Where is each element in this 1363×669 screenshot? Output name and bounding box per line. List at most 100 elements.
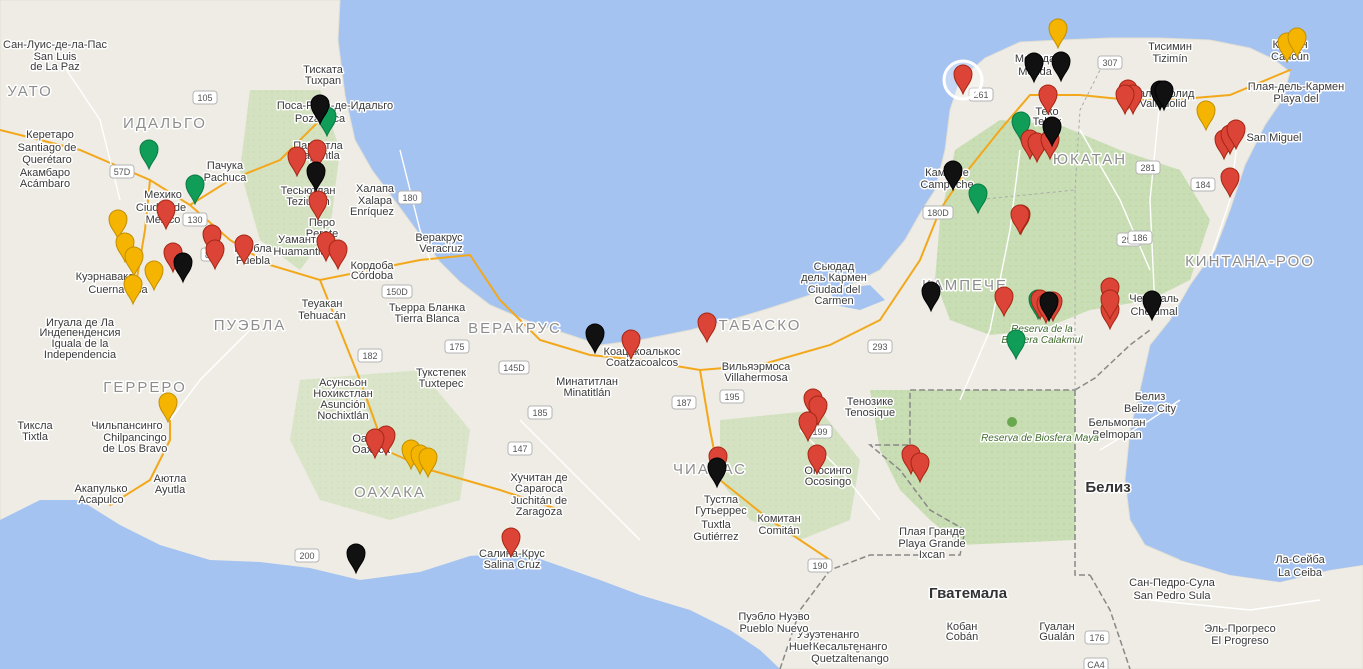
place-label: Белиз	[1135, 391, 1166, 403]
svg-text:130: 130	[187, 215, 202, 225]
place-label: Сарагоса	[515, 483, 564, 495]
place-label: Поса-Рика-де-Идальго	[277, 100, 393, 112]
place-label: Эль-Прогресо	[1204, 623, 1275, 635]
svg-text:180: 180	[402, 193, 417, 203]
place-label: Quetzaltenango	[811, 653, 889, 665]
road-shield: 147	[507, 441, 533, 456]
place-label: Керетаро	[26, 129, 74, 141]
road-shield: CA4	[1083, 657, 1109, 669]
svg-text:175: 175	[449, 342, 464, 352]
place-label: Nochixtlán	[317, 410, 368, 422]
place-label: Pachuca	[204, 172, 248, 184]
state-label: ПУЭБЛА	[214, 317, 286, 334]
place-label: Belmopan	[1092, 429, 1142, 441]
place-label: Tenosique	[845, 407, 895, 419]
place-label: Minatitlán	[563, 387, 610, 399]
park-icon-maya	[1007, 417, 1017, 427]
svg-text:150D: 150D	[386, 287, 408, 297]
place-label: Salina Cruz	[484, 559, 541, 571]
road-shield: 57D	[109, 164, 135, 179]
place-label: Пачука	[207, 160, 244, 172]
svg-text:200: 200	[299, 551, 314, 561]
svg-text:187: 187	[676, 398, 691, 408]
place-label: Tixtla	[22, 431, 49, 443]
place-label: Тисимин	[1148, 41, 1192, 53]
place-label: Плая Гранде	[899, 526, 965, 538]
place-label: Ocosingo	[805, 476, 851, 488]
state-label: ИДАЛЬГО	[123, 115, 207, 132]
svg-text:182: 182	[362, 351, 377, 361]
place-label: El Progreso	[1211, 635, 1268, 647]
place-label: Уаманта	[278, 234, 323, 246]
road-shield: 293	[867, 339, 893, 354]
road-shield: 185	[527, 405, 553, 420]
place-label: Ла-Сейба	[1275, 554, 1325, 566]
place-label: Чильпансинго	[91, 420, 162, 432]
place-label: Belize City	[1124, 403, 1176, 415]
svg-text:186: 186	[1132, 233, 1147, 243]
svg-text:105: 105	[197, 93, 212, 103]
road-shield: 150D	[381, 284, 413, 299]
state-label: УАТО	[7, 83, 53, 100]
svg-text:147: 147	[512, 444, 527, 454]
svg-text:190: 190	[812, 561, 827, 571]
place-label: Zaragoza	[516, 506, 563, 518]
map-canvas[interactable]: 57D10585130180150D175182145D147185187195…	[0, 0, 1363, 669]
svg-text:307: 307	[1102, 58, 1117, 68]
place-label: San Pedro Sula	[1133, 590, 1211, 602]
place-label: Tierra Blanca	[394, 313, 460, 325]
state-label: ОАХАКА	[354, 484, 426, 501]
road-shield: 130	[182, 212, 208, 227]
place-label: Playa del	[1273, 93, 1318, 105]
place-label: Cobán	[946, 631, 978, 643]
place-label: Сан-Педро-Сула	[1129, 577, 1216, 589]
place-label: La Ceiba	[1278, 567, 1323, 579]
place-label: Ixcan	[919, 549, 945, 561]
road-shield: 145D	[498, 360, 530, 375]
place-label: Enríquez	[350, 206, 394, 218]
place-label: Кесальтенанго	[813, 641, 888, 653]
place-label: Comitán	[759, 525, 800, 537]
road-shield: 186	[1127, 230, 1153, 245]
place-label: Гутьеррес	[695, 505, 747, 517]
place-label: Tuxtla	[701, 519, 731, 531]
svg-text:57D: 57D	[114, 167, 131, 177]
road-shield: 175	[444, 339, 470, 354]
place-label: Мехико	[144, 189, 182, 201]
state-label: ГЕРРЕРО	[103, 379, 187, 396]
state-label: КИНТАНА-РОО	[1185, 253, 1315, 270]
place-label: Tehuacán	[298, 310, 346, 322]
svg-text:145D: 145D	[503, 363, 525, 373]
place-label: Pueblo Nuevo	[739, 623, 808, 635]
road-shield: 307	[1097, 55, 1123, 70]
place-label: Бельмопан	[1089, 417, 1146, 429]
place-label: Independencia	[44, 349, 117, 361]
place-label: Acámbaro	[20, 178, 70, 190]
place-label: Gualán	[1039, 631, 1074, 643]
place-label: Santiago de	[18, 142, 77, 154]
place-label: Халапа	[356, 183, 395, 195]
road-shield: 281	[1135, 160, 1161, 175]
svg-text:185: 185	[532, 408, 547, 418]
road-shield: 187	[671, 395, 697, 410]
place-label: Querétaro	[22, 154, 72, 166]
place-label: Veracruz	[419, 243, 462, 255]
place-label: Campeche	[920, 179, 973, 191]
svg-text:184: 184	[1195, 180, 1210, 190]
country-label: Гватемала	[929, 585, 1008, 602]
road-shield: 190	[807, 558, 833, 573]
place-label: Tizimín	[1152, 53, 1187, 65]
place-label: дель Кармен	[801, 272, 867, 284]
road-shield: 200	[294, 548, 320, 563]
svg-text:CA4: CA4	[1087, 660, 1105, 669]
place-label: Tuxtepec	[419, 378, 464, 390]
place-label: Gutiérrez	[693, 531, 738, 543]
svg-text:176: 176	[1089, 633, 1104, 643]
road-shield: 184	[1190, 177, 1216, 192]
place-label: Córdoba	[351, 270, 394, 282]
svg-text:195: 195	[724, 392, 739, 402]
state-label: ТАБАСКО	[719, 317, 802, 334]
road-shield: 105	[192, 90, 218, 105]
road-shield: 180D	[922, 205, 954, 220]
state-label: ЮКАТАН	[1053, 151, 1127, 168]
